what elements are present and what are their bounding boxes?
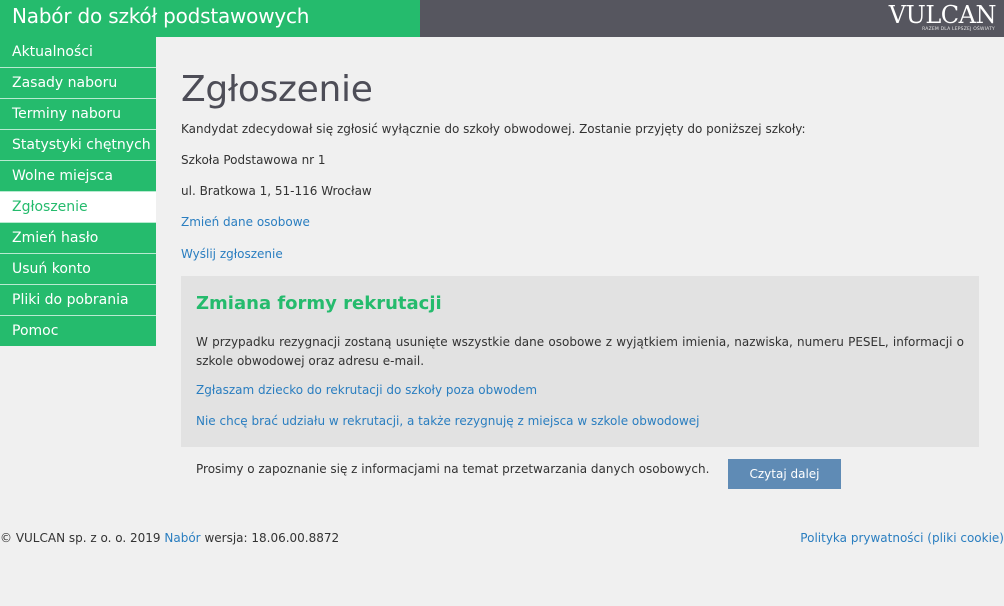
- logo-tagline: RAZEM DLA LEPSZEJ OŚWIATY: [922, 27, 995, 32]
- send-application-link[interactable]: Wyślij zgłoszenie: [181, 247, 283, 261]
- sidebar-nav: Aktualności Zasady naboru Terminy naboru…: [0, 37, 156, 346]
- panel-description: W przypadku rezygnacji zostaną usunięte …: [196, 335, 964, 368]
- sidebar-item-aktualnosci[interactable]: Aktualności: [0, 37, 156, 68]
- school-address: ul. Bratkowa 1, 51-116 Wrocław: [181, 184, 372, 198]
- sidebar-item-zgloszenie[interactable]: Zgłoszenie: [0, 192, 156, 223]
- page-title: Zgłoszenie: [181, 69, 373, 110]
- read-more-button[interactable]: Czytaj dalej: [728, 459, 841, 489]
- enroll-outside-district-link[interactable]: Zgłaszam dziecko do rekrutacji do szkoły…: [196, 383, 537, 397]
- copyright-text: © VULCAN sp. z o. o. 2019: [0, 531, 161, 545]
- resign-recruitment-link[interactable]: Nie chcę brać udziału w rekrutacji, a ta…: [196, 414, 700, 428]
- main-content: Zgłoszenie Kandydat zdecydował się zgłos…: [156, 37, 1004, 606]
- privacy-policy-link[interactable]: Polityka prywatności (pliki cookie): [800, 531, 1004, 545]
- info-text: Kandydat zdecydował się zgłosić wyłączni…: [181, 122, 806, 136]
- footer: © VULCAN sp. z o. o. 2019 Nabór wersja: …: [0, 531, 1004, 547]
- sidebar-item-usun-konto[interactable]: Usuń konto: [0, 254, 156, 285]
- sidebar-item-wolne-miejsca[interactable]: Wolne miejsca: [0, 161, 156, 192]
- app-title: Nabór do szkół podstawowych: [12, 4, 310, 28]
- app-name-link[interactable]: Nabór: [164, 531, 200, 545]
- school-name: Szkoła Podstawowa nr 1: [181, 153, 326, 167]
- privacy-notice-text: Prosimy o zapoznanie się z informacjami …: [196, 462, 710, 476]
- sidebar-item-statystyki-chetnych[interactable]: Statystyki chętnych: [0, 130, 156, 161]
- header-title-area: Nabór do szkół podstawowych: [0, 0, 420, 37]
- sidebar-item-zmien-haslo[interactable]: Zmień hasło: [0, 223, 156, 254]
- sidebar-item-pomoc[interactable]: Pomoc: [0, 316, 156, 346]
- change-personal-data-link[interactable]: Zmień dane osobowe: [181, 215, 310, 229]
- vulcan-logo: VULCAN RAZEM DLA LEPSZEJ OŚWIATY: [889, 0, 997, 37]
- panel-title: Zmiana formy rekrutacji: [196, 293, 442, 314]
- version-text: wersja: 18.06.00.8872: [204, 531, 340, 545]
- sidebar-item-terminy-naboru[interactable]: Terminy naboru: [0, 99, 156, 130]
- recruitment-change-panel: Zmiana formy rekrutacji W przypadku rezy…: [181, 276, 979, 447]
- header-logo-area: VULCAN RAZEM DLA LEPSZEJ OŚWIATY: [420, 0, 1004, 37]
- logo-text: VULCAN: [888, 1, 997, 29]
- top-bar: Nabór do szkół podstawowych VULCAN RAZEM…: [0, 0, 1004, 37]
- sidebar-item-pliki-do-pobrania[interactable]: Pliki do pobrania: [0, 285, 156, 316]
- footer-info: © VULCAN sp. z o. o. 2019 Nabór wersja: …: [0, 531, 339, 545]
- sidebar-item-zasady-naboru[interactable]: Zasady naboru: [0, 68, 156, 99]
